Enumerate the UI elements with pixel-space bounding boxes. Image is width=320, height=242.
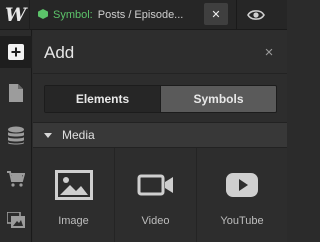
video-element[interactable]: Video	[115, 148, 197, 242]
add-panel: Add × Elements Symbols Media Image Video…	[33, 30, 287, 242]
media-section-header[interactable]: Media	[33, 122, 287, 148]
youtube-element[interactable]: YouTube	[197, 148, 287, 242]
ecommerce-button[interactable]	[0, 163, 32, 195]
add-tabs: Elements Symbols	[44, 85, 277, 113]
panel-title: Add	[44, 43, 75, 62]
pages-button[interactable]	[0, 77, 32, 109]
close-panel-button[interactable]: ×	[261, 43, 277, 61]
assets-button[interactable]	[0, 204, 32, 236]
logo-text: W	[4, 3, 26, 26]
image-element[interactable]: Image	[33, 148, 115, 242]
chevron-down-icon	[44, 132, 52, 138]
cms-button[interactable]	[0, 120, 32, 152]
images-icon	[7, 212, 25, 228]
tile-label: Image	[58, 215, 89, 227]
symbol-breadcrumb[interactable]: Symbol: Posts / Episode...	[38, 0, 183, 30]
app-window: W Symbol: Posts / Episode... ✕ Add × Ele…	[0, 0, 287, 242]
youtube-icon	[226, 173, 258, 197]
toolbar-divider	[236, 0, 237, 30]
database-icon	[8, 126, 24, 145]
video-icon	[137, 174, 173, 196]
cart-icon	[7, 171, 25, 187]
page-icon	[9, 84, 23, 102]
media-elements-grid: Image Video YouTube	[33, 148, 287, 242]
section-label: Media	[62, 128, 95, 142]
close-symbol-button[interactable]: ✕	[204, 3, 228, 25]
preview-button[interactable]	[244, 0, 268, 30]
webflow-logo[interactable]: W	[0, 0, 30, 30]
top-bar: W Symbol: Posts / Episode... ✕	[0, 0, 287, 30]
plus-icon	[8, 44, 24, 60]
tab-elements[interactable]: Elements	[45, 86, 160, 112]
left-toolbar	[0, 30, 32, 242]
panel-header: Add ×	[33, 30, 287, 74]
tile-label: Video	[141, 215, 170, 227]
symbol-icon	[38, 8, 48, 22]
eye-icon	[247, 10, 265, 20]
image-icon	[54, 170, 93, 200]
close-icon: ✕	[211, 8, 221, 21]
symbol-label: Symbol:	[53, 9, 93, 21]
close-icon: ×	[264, 43, 274, 61]
symbol-path: Posts / Episode...	[97, 9, 184, 21]
tab-symbols[interactable]: Symbols	[160, 86, 276, 112]
tile-label: YouTube	[220, 215, 264, 227]
add-panel-button[interactable]	[0, 36, 32, 68]
